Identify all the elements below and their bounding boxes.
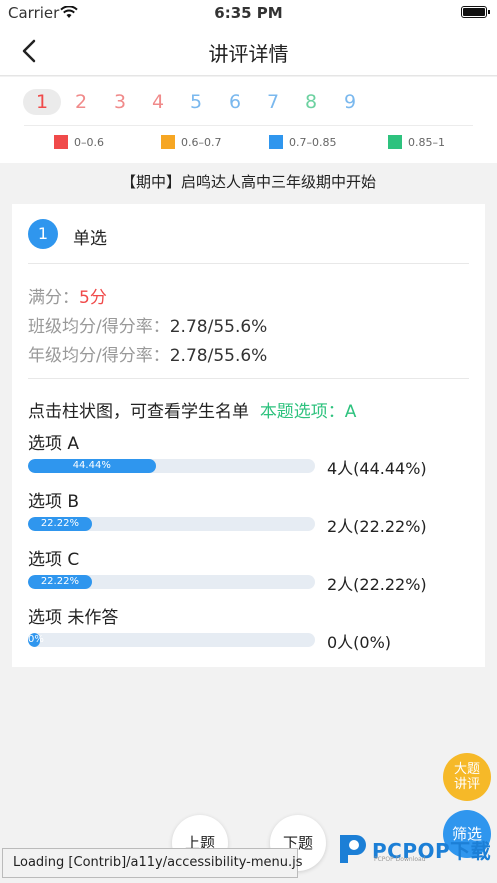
legend-label: 0.85–1	[408, 135, 445, 149]
exam-title: 【期中】启鸣达人高中三年级期中开始	[120, 173, 376, 191]
question-number-badge: 1	[28, 219, 58, 249]
option-count: 2人(22.22%)	[327, 517, 427, 536]
option-bar[interactable]: 22.22%	[28, 517, 315, 531]
divider	[28, 263, 469, 264]
question-number-8[interactable]: 8	[292, 89, 330, 115]
grade-average-line: 年级均分/得分率：2.78/55.6%	[28, 341, 267, 366]
option-bar[interactable]: 22.22%	[28, 575, 315, 589]
option-label: 选项 C	[28, 550, 80, 570]
legend-label: 0.7–0.85	[289, 135, 337, 149]
question-number-2[interactable]: 2	[62, 89, 100, 115]
correct-answer: 本题选项：A	[259, 402, 357, 422]
question-number-1[interactable]: 1	[23, 89, 61, 115]
nav-bar: 讲评详情	[0, 26, 497, 76]
question-number-7[interactable]: 7	[254, 89, 292, 115]
option-bar-fill: 22.22%	[28, 575, 92, 589]
full-score-label: 满分：	[28, 288, 79, 308]
legend-swatch	[161, 135, 175, 149]
legend-item: 0.6–0.7	[161, 135, 222, 149]
option-count: 4人(44.44%)	[327, 459, 427, 478]
legend-label: 0–0.6	[74, 135, 104, 149]
status-bar: Carrier 6:35 PM	[0, 0, 497, 26]
clock: 6:35 PM	[214, 4, 283, 22]
grade-average-value: 2.78/55.6%	[169, 346, 268, 366]
legend-swatch	[54, 135, 68, 149]
question-type: 单选	[73, 229, 107, 249]
legend-item: 0–0.6	[54, 135, 104, 149]
pcpop-logo-icon	[340, 835, 366, 863]
question-card: 1 单选 满分：5分 班级均分/得分率：2.78/55.6% 年级均分/得分率：…	[12, 204, 485, 667]
grade-average-label: 年级均分/得分率：	[28, 346, 170, 366]
option-count: 0人(0%)	[327, 633, 392, 652]
full-score-value: 5	[79, 288, 90, 308]
watermark-subtext: PCPOP Download	[374, 856, 426, 863]
divider	[24, 125, 473, 126]
legend-item: 0.7–0.85	[269, 135, 337, 149]
class-average-line: 班级均分/得分率：2.78/55.6%	[28, 312, 267, 337]
legend-label: 0.6–0.7	[181, 135, 222, 149]
option-bar-fill: 44.44%	[28, 459, 156, 473]
full-score-unit: 分	[89, 288, 107, 308]
option-label: 选项 B	[28, 492, 80, 512]
question-number-4[interactable]: 4	[139, 89, 177, 115]
class-average-value: 2.78/55.6%	[169, 317, 268, 337]
big-review-line2: 讲评	[453, 777, 480, 792]
legend-swatch	[388, 135, 402, 149]
class-average-label: 班级均分/得分率：	[28, 317, 170, 337]
option-label: 选项 A	[28, 434, 80, 454]
legend-swatch	[269, 135, 283, 149]
question-number-3[interactable]: 3	[101, 89, 139, 115]
watermark-logo: PCPOP下载 PCPOP Download	[336, 829, 492, 869]
loading-toast: Loading [Contrib]/a11y/accessibility-men…	[2, 848, 303, 878]
question-number-9[interactable]: 9	[331, 89, 369, 115]
option-bar-fill: 22.22%	[28, 517, 92, 531]
option-bar-fill: 0%	[28, 633, 44, 647]
question-number-5[interactable]: 5	[177, 89, 215, 115]
option-bar[interactable]: 0%	[28, 633, 315, 647]
page-title: 讲评详情	[208, 42, 289, 66]
option-count: 2人(22.22%)	[327, 575, 427, 594]
big-review-line1: 大题	[453, 762, 480, 777]
question-number-6[interactable]: 6	[216, 89, 254, 115]
battery-icon	[461, 6, 490, 18]
chart-hint: 点击柱状图，可查看学生名单 本题选项：A	[28, 397, 356, 422]
big-question-review-button[interactable]: 大题 讲评	[443, 753, 491, 801]
chart-hint-text: 点击柱状图，可查看学生名单	[28, 402, 249, 422]
legend-item: 0.85–1	[388, 135, 445, 149]
question-navigator: 123456789 0–0.6 0.6–0.7 0.7–0.85 0.85–1	[0, 77, 497, 163]
divider	[28, 378, 469, 379]
option-bar[interactable]: 44.44%	[28, 459, 315, 473]
option-label: 选项 未作答	[28, 608, 119, 628]
full-score-line: 满分：5分	[28, 283, 107, 308]
